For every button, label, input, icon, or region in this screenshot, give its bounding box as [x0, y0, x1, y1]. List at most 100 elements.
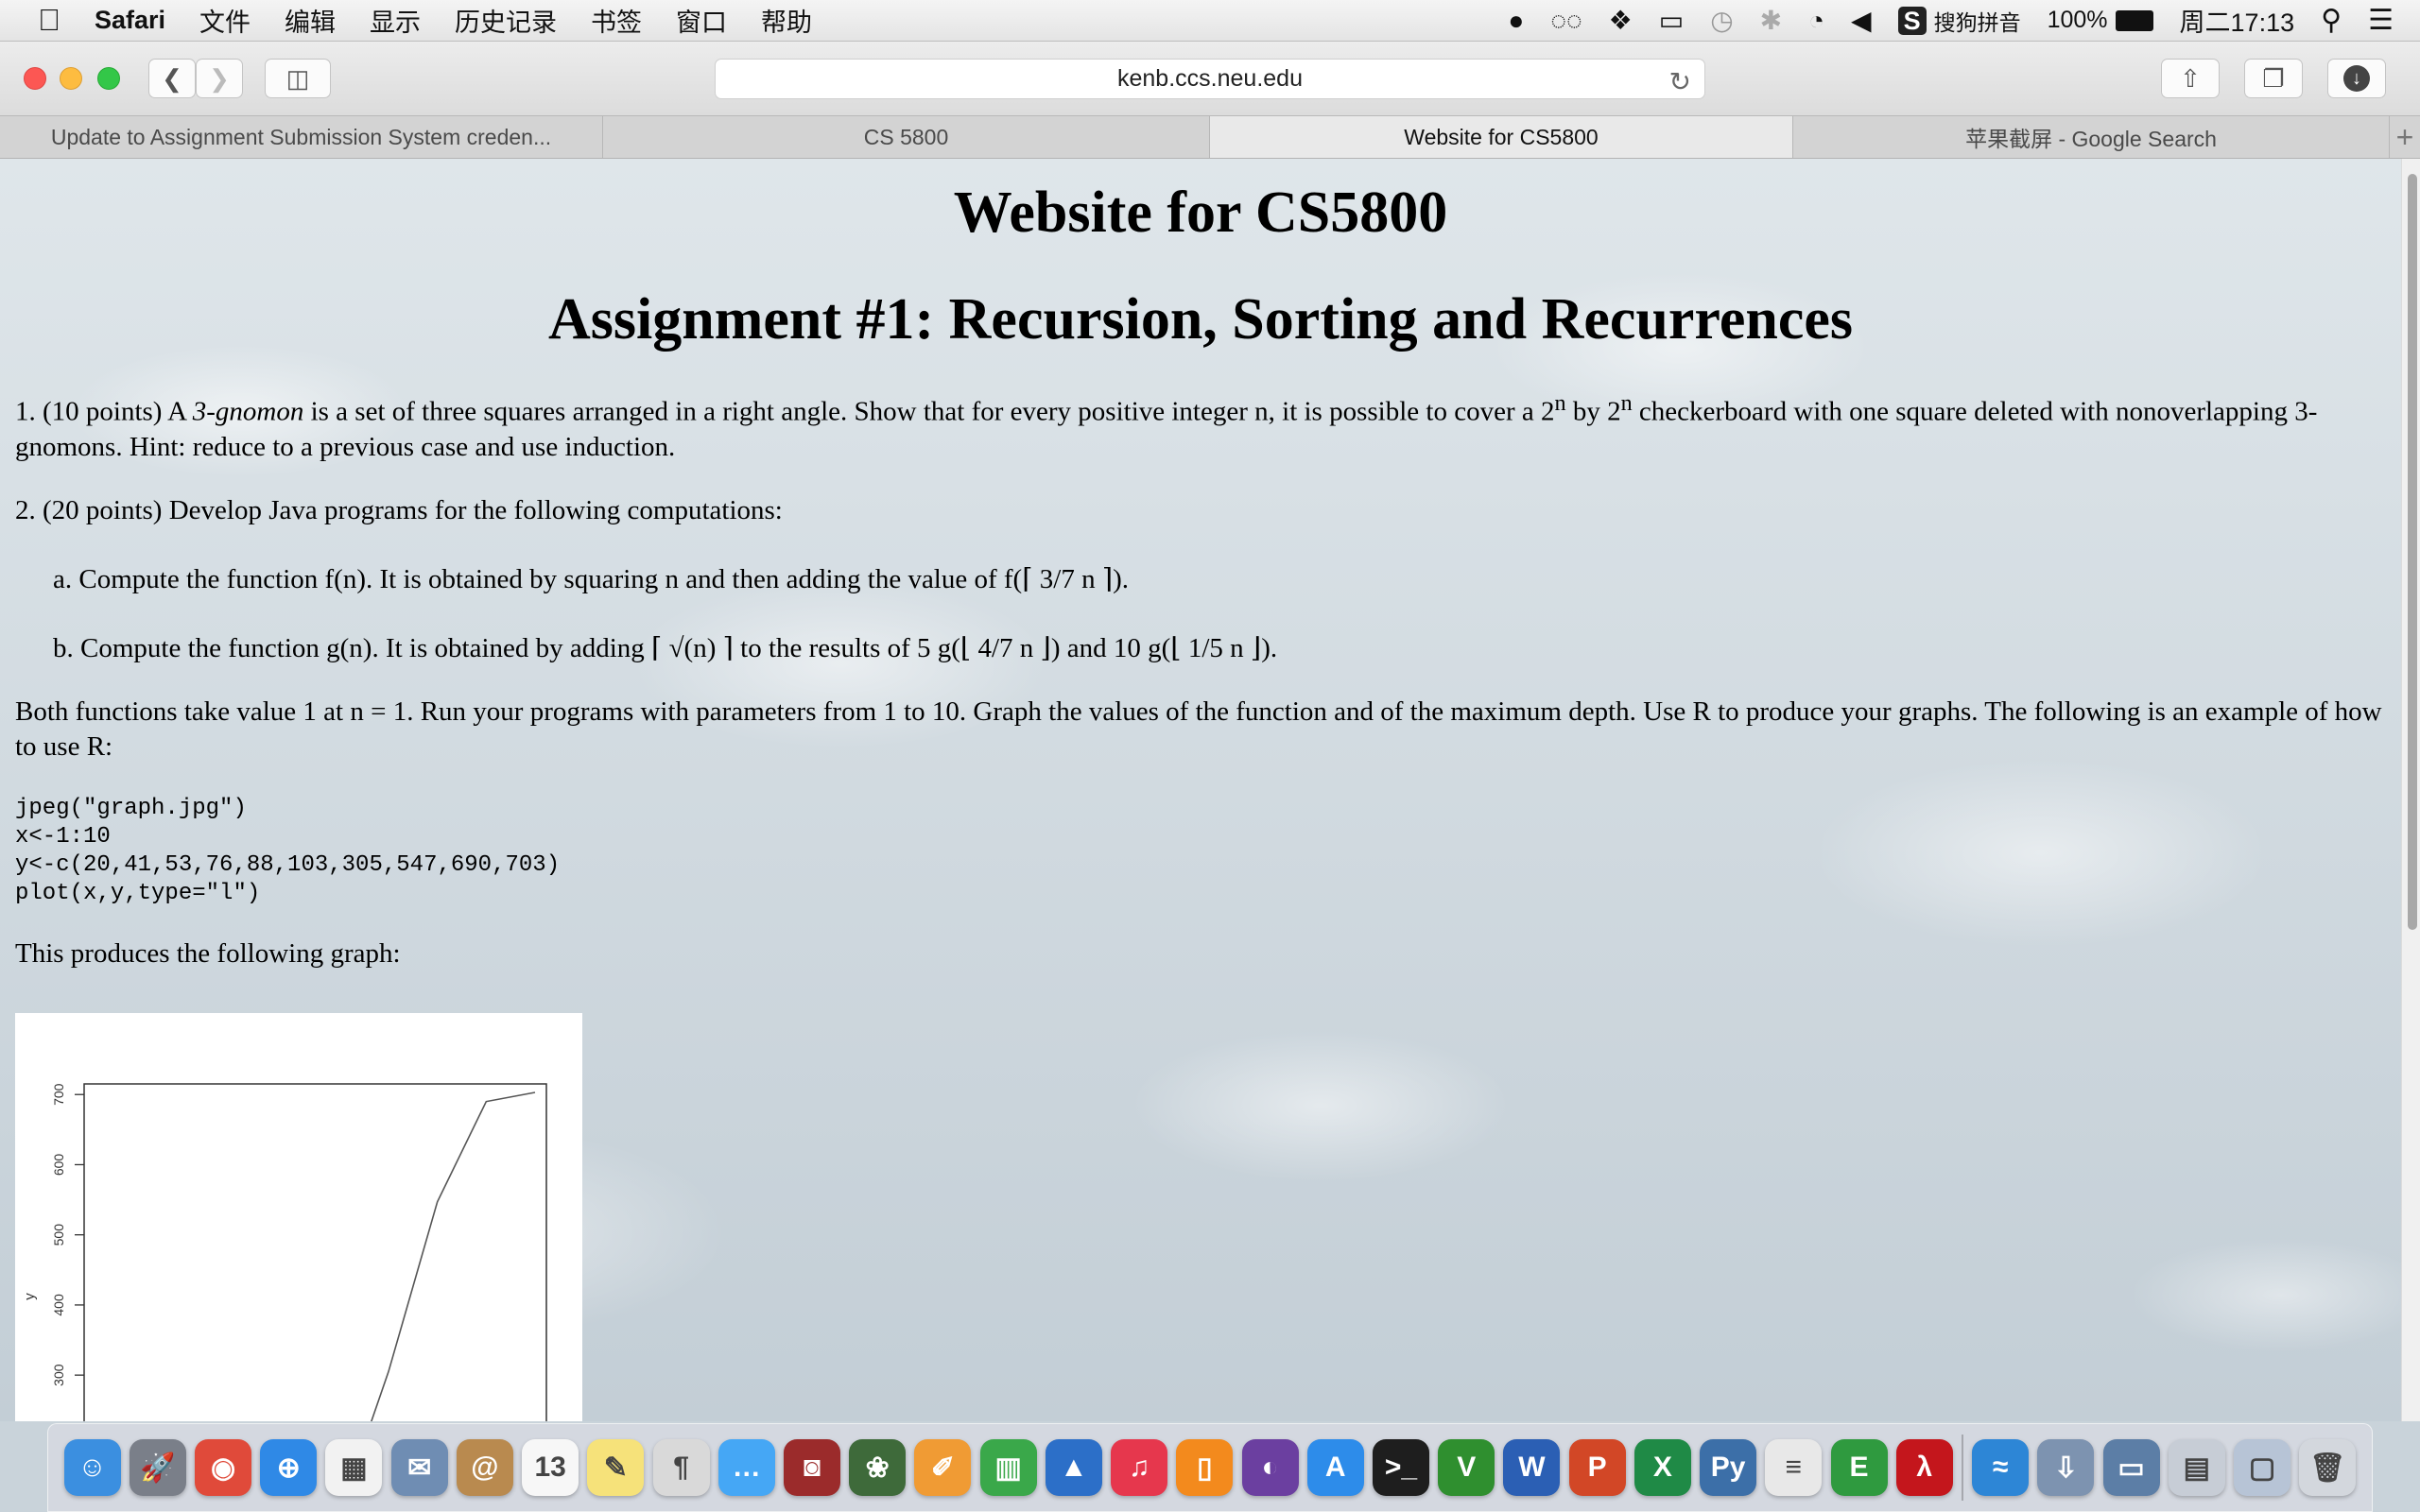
battery-icon — [2115, 9, 2153, 31]
menu-window[interactable]: 窗口 — [676, 2, 727, 39]
close-window-button[interactable] — [24, 67, 46, 90]
share-button[interactable]: ⇧ — [2161, 59, 2220, 98]
messages-icon[interactable]: … — [717, 1439, 775, 1496]
tab-website-cs5800[interactable]: Website for CS5800 — [1210, 116, 1793, 158]
ibooks-icon[interactable]: ▯ — [1176, 1439, 1234, 1496]
spotlight-search-icon[interactable]: ⚲ — [2321, 4, 2342, 37]
calendar-icon[interactable]: 13 — [522, 1439, 579, 1496]
back-button[interactable]: ❮ — [148, 59, 196, 98]
trash-icon[interactable]: 🗑 — [2299, 1439, 2357, 1496]
preview-icon[interactable]: ✉ — [390, 1439, 448, 1496]
apps-grid-icon[interactable]: ▦ — [325, 1439, 383, 1496]
screenshots-stack-icon[interactable]: ▭ — [2102, 1439, 2160, 1496]
github-icon[interactable]: ◐ — [1241, 1439, 1299, 1496]
script-icon[interactable]: ≡ — [1765, 1439, 1823, 1496]
problem-1-prefix: 1. (10 points) A — [15, 396, 193, 427]
evernote-tray-icon[interactable]: ● — [1508, 6, 1524, 36]
tab-label: Website for CS5800 — [1404, 124, 1599, 149]
download-icon: ↓ — [2343, 65, 2370, 92]
tab-cs5800[interactable]: CS 5800 — [603, 116, 1210, 158]
page-title: Website for CS5800 — [953, 180, 1448, 245]
menu-view[interactable]: 显示 — [370, 2, 421, 39]
menu-app-safari[interactable]: Safari — [95, 6, 165, 35]
new-tab-button[interactable]: + — [2390, 116, 2420, 158]
airplay-tray-icon[interactable]: ▭ — [1659, 5, 1684, 36]
menu-clock[interactable]: 周二17:13 — [2180, 2, 2295, 39]
launchpad-icon[interactable]: 🚀 — [129, 1439, 186, 1496]
graph-caption: This produces the following graph: — [15, 937, 401, 969]
excel-icon[interactable]: X — [1634, 1439, 1691, 1496]
address-bar[interactable]: kenb.ccs.neu.edu ↻ — [715, 59, 1705, 99]
finder-icon[interactable]: ☺ — [63, 1439, 121, 1496]
sogou-icon: S — [1897, 6, 1927, 35]
keynote-icon[interactable]: ▲ — [1045, 1439, 1102, 1496]
downloads-button[interactable]: ↓ — [2327, 59, 2386, 98]
menu-bookmarks[interactable]: 书签 — [591, 2, 642, 39]
menu-edit[interactable]: 编辑 — [285, 2, 336, 39]
dropbox-folder-icon[interactable]: ≈ — [1972, 1439, 2030, 1496]
notification-center-icon[interactable]: ☰ — [2368, 4, 2394, 37]
zoom-window-button[interactable] — [97, 67, 120, 90]
textedit-icon[interactable]: ¶ — [652, 1439, 710, 1496]
dock-separator — [1961, 1435, 1963, 1501]
files-stack-icon[interactable]: ▢ — [2234, 1439, 2291, 1496]
battery-status[interactable]: 100% — [2048, 7, 2153, 34]
time-machine-tray-icon[interactable]: ◷ — [1710, 5, 1733, 36]
downloads-stack-icon[interactable]: ⇩ — [2037, 1439, 2095, 1496]
reload-icon[interactable]: ↻ — [1669, 66, 1691, 97]
documents-stack-icon[interactable]: ▤ — [2168, 1439, 2225, 1496]
battery-percent: 100% — [2047, 7, 2108, 33]
web-page: Website for CS5800 Assignment #1: Recurs… — [0, 159, 2401, 1421]
minimize-window-button[interactable] — [60, 67, 82, 90]
wifi-tray-icon[interactable]: ◔ — [1808, 6, 1824, 36]
python-icon[interactable]: Py — [1700, 1439, 1757, 1496]
apple-menu-icon[interactable]:  — [38, 3, 60, 38]
line-chart: 200300400500600700y — [22, 1083, 547, 1421]
problem-1: 1. (10 points) A 3-gnomon is a set of th… — [15, 386, 2386, 465]
pages-icon[interactable]: ✐ — [914, 1439, 972, 1496]
vim-icon[interactable]: V — [1438, 1439, 1495, 1496]
r-code-example: jpeg("graph.jpg") x<-1:10 y<-c(20,41,53,… — [15, 795, 561, 906]
browser-toolbar: ❮ ❯ ◫ kenb.ccs.neu.edu ↻ ⇧ ❐ ↓ — [0, 42, 2420, 115]
exponent-n: n — [1620, 390, 1633, 416]
tab-bar: Update to Assignment Submission System c… — [0, 115, 2420, 159]
show-all-tabs-button[interactable]: ❐ — [2244, 59, 2303, 98]
forward-button[interactable]: ❯ — [196, 59, 243, 98]
safari-icon[interactable]: ⊕ — [260, 1439, 318, 1496]
sidebar-toggle-button[interactable]: ◫ — [265, 59, 331, 98]
y-tick-label: 400 — [51, 1294, 66, 1316]
assignment-title: Assignment #1: Recursion, Sorting and Re… — [547, 287, 1853, 352]
gnomon-term: 3-gnomon — [192, 396, 304, 427]
chrome-icon[interactable]: ◉ — [195, 1439, 252, 1496]
tab-google-search[interactable]: 苹果截屏 - Google Search — [1793, 116, 2390, 158]
sidebar-icon: ◫ — [285, 63, 310, 93]
menu-file[interactable]: 文件 — [199, 2, 251, 39]
iphoto-icon[interactable]: ❀ — [849, 1439, 907, 1496]
acrobat-icon[interactable]: λ — [1895, 1439, 1953, 1496]
contacts-icon[interactable]: @ — [456, 1439, 513, 1496]
notes-icon[interactable]: ✎ — [587, 1439, 645, 1496]
appstore-icon[interactable]: A — [1306, 1439, 1364, 1496]
tab-assignment-submission[interactable]: Update to Assignment Submission System c… — [0, 116, 603, 158]
problem-2: 2. (20 points) Develop Java programs for… — [15, 494, 783, 525]
terminal-icon[interactable]: >_ — [1372, 1439, 1429, 1496]
input-method-indicator[interactable]: S 搜狗拼音 — [1897, 5, 2021, 37]
vertical-scrollbar[interactable] — [2401, 159, 2420, 1421]
itunes-icon[interactable]: ♫ — [1111, 1439, 1168, 1496]
y-tick-label: 700 — [51, 1083, 66, 1106]
problem-2-item-a: a. Compute the function f(n). It is obta… — [53, 563, 1130, 594]
powerpoint-icon[interactable]: P — [1568, 1439, 1626, 1496]
bluetooth-tray-icon[interactable]: ✱ — [1760, 5, 1782, 36]
numbers-icon[interactable]: ▥ — [979, 1439, 1037, 1496]
scrollbar-thumb[interactable] — [2408, 174, 2417, 930]
problem-1-by: by 2 — [1565, 396, 1621, 427]
volume-tray-icon[interactable]: ◀ — [1851, 5, 1872, 36]
glasses-tray-icon[interactable]: ◌◌ — [1550, 6, 1582, 36]
photobooth-icon[interactable]: ◙ — [784, 1439, 841, 1496]
menu-history[interactable]: 历史记录 — [455, 2, 557, 39]
evernote-icon[interactable]: E — [1830, 1439, 1888, 1496]
menu-help[interactable]: 帮助 — [761, 2, 812, 39]
y-axis-label: y — [22, 1293, 38, 1300]
dropbox-tray-icon[interactable]: ❖ — [1609, 5, 1633, 36]
word-icon[interactable]: W — [1503, 1439, 1561, 1496]
